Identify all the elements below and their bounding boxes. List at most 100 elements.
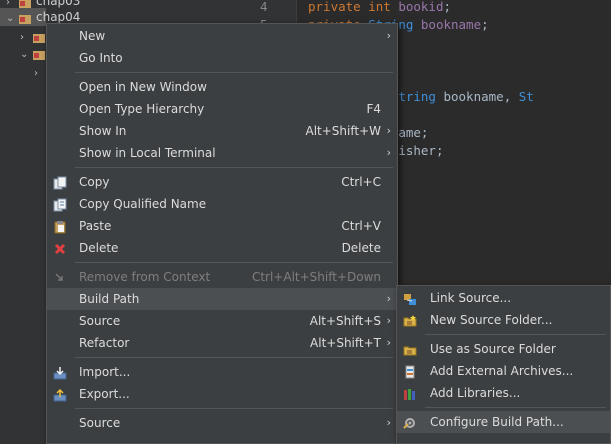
menu-item-shortcut: Ctrl+V <box>341 219 381 233</box>
code-token: bookname, <box>443 89 519 104</box>
menu-separator <box>75 167 393 168</box>
menu-separator <box>75 262 393 263</box>
menu-separator <box>75 72 393 73</box>
code-token: St <box>518 89 534 104</box>
menu-item-import[interactable]: Import... <box>47 361 397 383</box>
menu-item-show-in-local-terminal[interactable]: Show in Local Terminal › <box>47 142 397 164</box>
code-token: bookid <box>398 0 444 14</box>
expand-arrow-icon[interactable]: › <box>34 65 46 83</box>
export-icon <box>53 387 67 402</box>
submenu-item-label: Add Libraries... <box>430 386 521 400</box>
menu-item-label: Refactor <box>79 336 130 350</box>
menu-item-shortcut: Alt+Shift+T <box>310 336 381 350</box>
build-path-submenu: Link Source... New Source Folder... Use as… <box>396 285 611 444</box>
menu-item-copy[interactable]: Copy Ctrl+C <box>47 171 397 193</box>
submenu-item-add-external-archives[interactable]: Add External Archives... <box>397 360 610 382</box>
menu-item-label: Show in Local Terminal <box>79 146 216 160</box>
menu-item-label: New <box>79 29 106 43</box>
menu-item-label: Copy <box>79 175 110 189</box>
project-icon <box>18 0 32 8</box>
tree-item[interactable]: › <box>0 63 59 83</box>
submenu-item-add-libraries[interactable]: Add Libraries... <box>397 382 610 404</box>
code-token: ; <box>443 0 452 14</box>
tree-item[interactable]: ⌄ chap04 <box>0 8 80 28</box>
submenu-item-label: Use as Source Folder <box>430 342 556 356</box>
menu-item-copy-qualified-name[interactable]: Copy Qualified Name <box>47 193 397 215</box>
use-as-source-folder-icon <box>403 342 417 356</box>
submenu-item-label: Link Source... <box>430 291 512 305</box>
menu-item-label: Source <box>79 416 121 430</box>
submenu-arrow-icon: › <box>386 146 391 159</box>
configure-build-path-icon <box>403 415 417 429</box>
import-icon <box>53 365 67 380</box>
paste-icon <box>53 219 67 234</box>
project-icon <box>32 31 46 43</box>
new-source-folder-icon <box>403 313 417 327</box>
copy-qualified-name-icon <box>53 197 67 212</box>
code-token: ; <box>481 17 489 32</box>
project-icon <box>18 12 32 24</box>
menu-item-delete[interactable]: Delete Delete <box>47 237 397 259</box>
menu-item-shortcut: F4 <box>366 102 381 116</box>
menu-item-label: Delete <box>79 241 119 255</box>
menu-item-shortcut: Ctrl+Alt+Shift+Down <box>251 270 381 284</box>
code-token: String <box>390 89 444 104</box>
code-token: bookname <box>420 17 482 32</box>
menu-item-label: Build Path <box>79 292 140 306</box>
submenu-arrow-icon: › <box>386 314 391 327</box>
menu-item-label: Show In <box>79 124 127 138</box>
submenu-arrow-icon: › <box>386 336 391 349</box>
menu-item-open-type-hierarchy[interactable]: Open Type Hierarchy F4 <box>47 98 397 120</box>
tree-item[interactable]: › <box>0 27 46 45</box>
submenu-item-new-source-folder[interactable]: New Source Folder... <box>397 309 610 331</box>
menu-item-label: Remove from Context <box>79 270 211 284</box>
menu-item-export[interactable]: Export... <box>47 383 397 405</box>
submenu-item-configure-build-path[interactable]: Configure Build Path... <box>397 411 610 433</box>
menu-item-source[interactable]: Source Alt+Shift+S › <box>47 310 397 332</box>
code-line: private int bookid; <box>308 0 451 14</box>
submenu-arrow-icon: › <box>386 416 391 429</box>
menu-separator <box>425 407 606 408</box>
menu-item-shortcut: Alt+Shift+S <box>309 314 381 328</box>
expand-arrow-icon[interactable]: ⌄ <box>6 10 18 28</box>
link-source-icon <box>403 291 417 305</box>
menu-item-label: Open in New Window <box>79 80 207 94</box>
menu-separator <box>425 334 606 335</box>
menu-item-paste[interactable]: Paste Ctrl+V <box>47 215 397 237</box>
copy-icon <box>53 175 67 190</box>
submenu-item-label: New Source Folder... <box>430 313 553 327</box>
menu-item-label: Import... <box>79 365 131 379</box>
tree-item-label: chap04 <box>36 10 81 24</box>
menu-item-label: Go Into <box>79 51 123 65</box>
tree-item[interactable]: ⌄ <box>0 44 46 62</box>
submenu-arrow-icon: › <box>386 29 391 42</box>
menu-item-shortcut: Alt+Shift+W <box>305 124 382 138</box>
add-libraries-icon <box>403 386 417 400</box>
menu-item-shortcut: Delete <box>341 241 381 255</box>
menu-item-show-in[interactable]: Show In Alt+Shift+W › <box>47 120 397 142</box>
tree-item-label: chap03 <box>36 0 81 8</box>
expand-arrow-icon[interactable]: ⌄ <box>20 46 32 64</box>
menu-item-build-path[interactable]: Build Path › <box>47 288 397 310</box>
delete-icon <box>53 241 67 255</box>
project-icon <box>32 48 46 60</box>
menu-item-go-into[interactable]: Go Into <box>47 47 397 69</box>
menu-item-refactor[interactable]: Refactor Alt+Shift+T › <box>47 332 397 354</box>
context-menu: New › Go Into Open in New Window Open Type H… <box>46 23 398 444</box>
submenu-item-link-source[interactable]: Link Source... <box>397 287 610 309</box>
submenu-arrow-icon: › <box>386 124 391 137</box>
menu-item-source[interactable]: Source › <box>47 412 397 434</box>
menu-item-label: Source <box>79 314 121 328</box>
submenu-item-use-as-source-folder[interactable]: Use as Source Folder <box>397 338 610 360</box>
submenu-item-label: Add External Archives... <box>430 364 574 378</box>
menu-item-shortcut: Ctrl+C <box>341 175 381 189</box>
menu-item-label: Open Type Hierarchy <box>79 102 205 116</box>
menu-item-label: Paste <box>79 219 112 233</box>
menu-item-open-in-new-window[interactable]: Open in New Window <box>47 76 397 98</box>
menu-separator <box>75 357 393 358</box>
menu-item-label: Copy Qualified Name <box>79 197 207 211</box>
menu-item-new[interactable]: New › <box>47 25 397 47</box>
line-number: 4 <box>260 0 268 14</box>
add-external-archives-icon <box>403 364 417 379</box>
menu-separator <box>75 408 393 409</box>
